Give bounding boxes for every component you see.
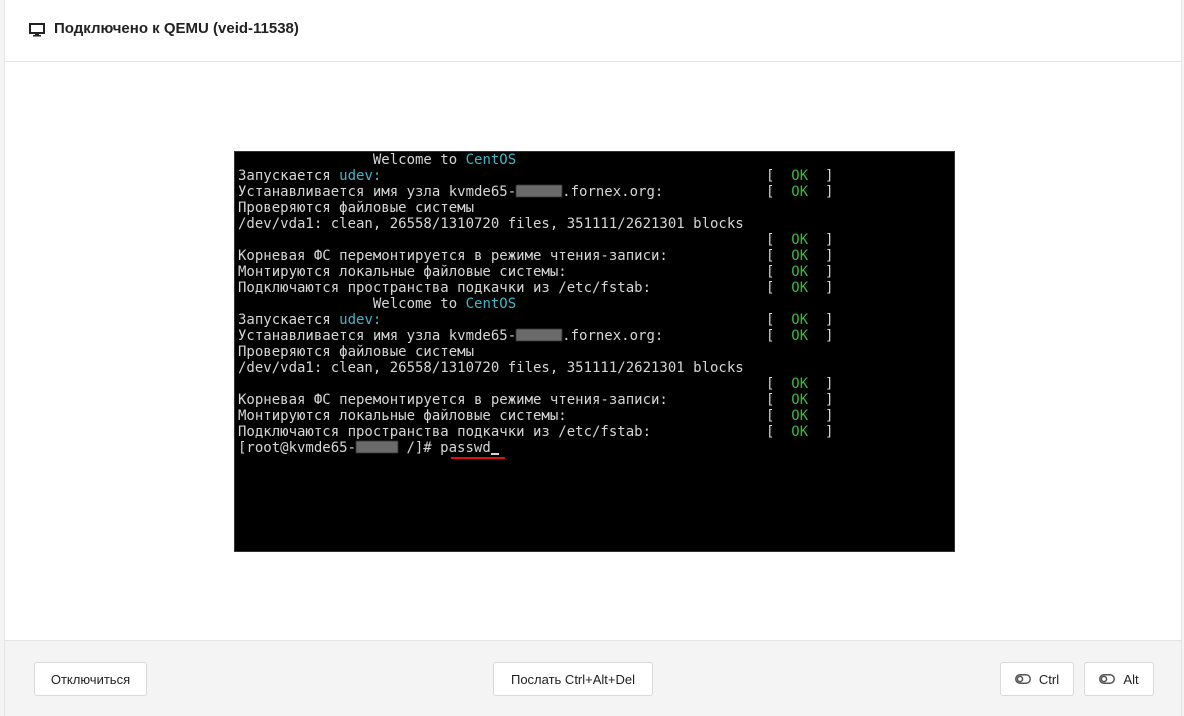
terminal-line: Монтируются локальные файловые системы: <box>238 264 567 280</box>
shell-prompt: [root@kvmde65- /]# passwd <box>238 440 499 456</box>
ctrl-toggle-label: Ctrl <box>1038 671 1060 687</box>
terminal-line: Подключаются пространства подкачки из /e… <box>238 424 652 440</box>
terminal-line: Проверяются файловые системы <box>238 200 475 216</box>
disconnect-button[interactable]: Отключиться <box>34 662 147 696</box>
send-ctrl-alt-del-button[interactable]: Послать Ctrl+Alt+Del <box>493 662 653 696</box>
terminal-line: /dev/vda1: clean, 26558/1310720 files, 3… <box>238 360 744 376</box>
alt-toggle-button[interactable]: Alt <box>1084 662 1154 696</box>
page-title: Подключено к QEMU (veid-11538) <box>54 20 299 37</box>
terminal-line: Устанавливается имя узла kvmde65- .fornex… <box>238 184 664 200</box>
typed-command: passwd <box>440 440 491 456</box>
status-ok: [ OK ] <box>766 264 834 280</box>
monitor-icon <box>29 23 45 37</box>
status-ok: [ OK ] <box>766 232 834 248</box>
status-ok: [ OK ] <box>766 392 834 408</box>
status-ok: [ OK ] <box>766 408 834 424</box>
status-ok: [ OK ] <box>766 328 834 344</box>
terminal-line: Запускается udev: <box>238 168 382 184</box>
command-underline <box>451 457 505 459</box>
terminal-line: Корневая ФС перемонтируется в режиме чте… <box>238 248 668 264</box>
alt-toggle-label: Alt <box>1123 671 1139 687</box>
toggle-icon <box>1014 674 1031 684</box>
status-ok: [ OK ] <box>766 376 834 392</box>
send-ctrl-alt-del-label: Послать Ctrl+Alt+Del <box>510 671 636 687</box>
disconnect-button-label: Отключиться <box>50 671 131 687</box>
redacted-hostname <box>356 441 399 453</box>
status-ok: [ OK ] <box>766 424 834 440</box>
vnc-console-screen[interactable]: Welcome to CentOS Запускается udev: [ OK… <box>234 151 955 552</box>
terminal-line: Проверяются файловые системы <box>238 344 475 360</box>
terminal-line: /dev/vda1: clean, 26558/1310720 files, 3… <box>238 216 744 232</box>
terminal-line: Welcome to CentOS <box>372 152 517 168</box>
terminal-line: Welcome to CentOS <box>372 296 517 312</box>
text-cursor <box>490 453 499 455</box>
status-ok: [ OK ] <box>766 280 834 296</box>
ctrl-toggle-button[interactable]: Ctrl <box>1000 662 1074 696</box>
status-ok: [ OK ] <box>766 312 834 328</box>
status-ok: [ OK ] <box>766 168 834 184</box>
terminal-line: Монтируются локальные файловые системы: <box>238 408 567 424</box>
terminal-line: Устанавливается имя узла kvmde65- .fornex… <box>238 328 664 344</box>
status-ok: [ OK ] <box>766 184 834 200</box>
console-footer: Отключиться Послать Ctrl+Alt+Del Ctrl Al… <box>5 640 1181 716</box>
status-ok: [ OK ] <box>766 248 834 264</box>
terminal-line: Корневая ФС перемонтируется в режиме чте… <box>238 392 668 408</box>
console-window: Подключено к QEMU (veid-11538) Welcome t… <box>4 0 1182 716</box>
redacted-hostname <box>516 185 563 197</box>
terminal-line: Запускается udev: <box>238 312 382 328</box>
terminal-line: Подключаются пространства подкачки из /e… <box>238 280 652 296</box>
toggle-icon <box>1099 674 1116 684</box>
console-header: Подключено к QEMU (veid-11538) <box>5 0 1181 62</box>
redacted-hostname <box>516 329 563 341</box>
